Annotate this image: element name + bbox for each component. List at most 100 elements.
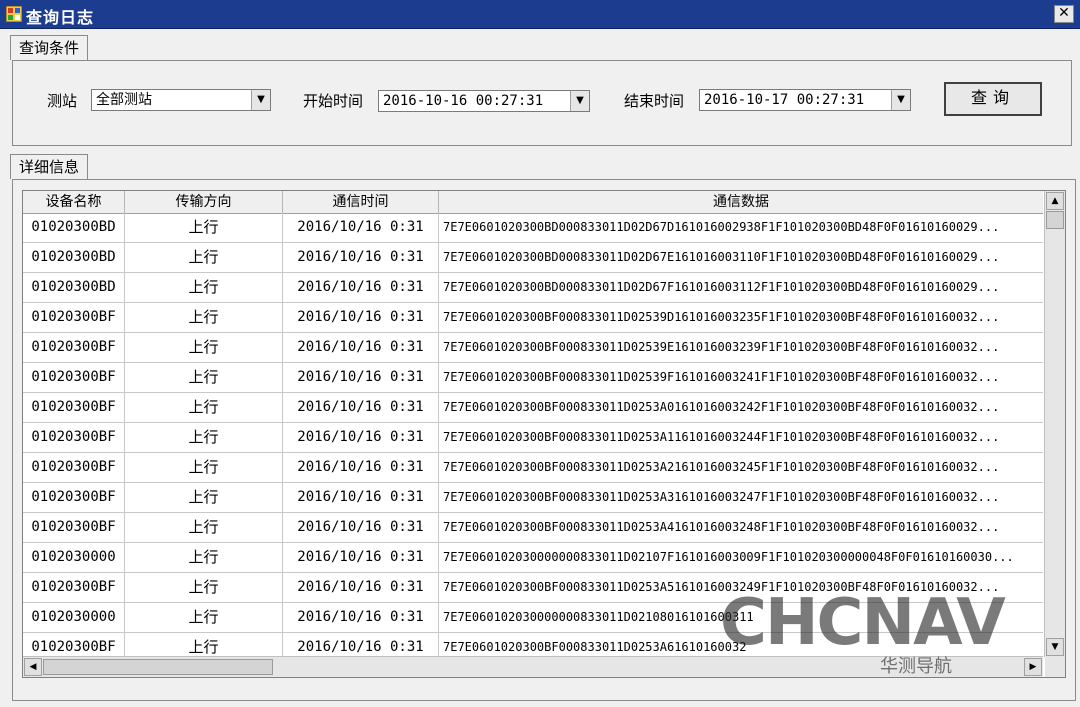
- cell-device: 01020300BF: [23, 393, 125, 423]
- cell-device: 01020300BD: [23, 243, 125, 273]
- cell-direction: 上行: [125, 333, 283, 363]
- cell-direction: 上行: [125, 303, 283, 333]
- cell-data: 7E7E0601020300BD000833011D02D67F16101600…: [443, 280, 1000, 294]
- app-icon: [6, 6, 22, 22]
- cell-data: 7E7E0601020300BF000833011D0253A416101600…: [443, 520, 1000, 534]
- cell-data: 7E7E0601020300BF000833011D02539D16101600…: [443, 310, 1000, 324]
- start-time-label: 开始时间: [303, 92, 364, 110]
- column-header-direction[interactable]: 传输方向: [125, 191, 283, 213]
- cell-direction: 上行: [125, 393, 283, 423]
- cell-time: 2016/10/16 0:31: [283, 543, 439, 573]
- scroll-up-icon[interactable]: ▲: [1046, 192, 1064, 210]
- query-button[interactable]: 查询: [944, 82, 1042, 116]
- cell-device: 01020300BF: [23, 483, 125, 513]
- end-time-label: 结束时间: [624, 92, 685, 110]
- table-row[interactable]: 01020300BF 上行 2016/10/16 0:31 7E7E060102030…: [23, 453, 1043, 483]
- chevron-down-icon[interactable]: ▼: [251, 90, 270, 110]
- cell-data: 7E7E0601020300BF000833011D0253A216101600…: [443, 460, 1000, 474]
- cell-direction: 上行: [125, 213, 283, 243]
- cell-data: 7E7E0601020300BF000833011D02539F16101600…: [443, 370, 1000, 384]
- cell-device: 01020300BF: [23, 453, 125, 483]
- cell-time: 2016/10/16 0:31: [283, 423, 439, 453]
- cell-time: 2016/10/16 0:31: [283, 513, 439, 543]
- table-row[interactable]: 01020300BF 上行 2016/10/16 0:31 7E7E060102030…: [23, 363, 1043, 393]
- table-row[interactable]: 01020300BD 上行 2016/10/16 0:31 7E7E060102030…: [23, 213, 1043, 243]
- cell-time: 2016/10/16 0:31: [283, 333, 439, 363]
- table-row[interactable]: 01020300BF 上行 2016/10/16 0:31 7E7E060102030…: [23, 393, 1043, 423]
- column-header-time[interactable]: 通信时间: [283, 191, 439, 213]
- cell-direction: 上行: [125, 573, 283, 603]
- cell-time: 2016/10/16 0:31: [283, 213, 439, 243]
- chevron-down-icon[interactable]: ▼: [570, 91, 589, 111]
- chevron-down-icon[interactable]: ▼: [891, 90, 910, 110]
- cell-device: 01020300BF: [23, 363, 125, 393]
- end-time-value: 2016-10-17 00:27:31: [704, 92, 865, 108]
- station-value: 全部测站: [96, 92, 152, 108]
- watermark-subtitle: 华测导航: [880, 656, 952, 677]
- cell-data: 7E7E0601020300BF000833011D0253A316101600…: [443, 490, 1000, 504]
- cell-device: 01020300BF: [23, 513, 125, 543]
- table-row[interactable]: 01020300BF 上行 2016/10/16 0:31 7E7E060102030…: [23, 483, 1043, 513]
- column-header-data[interactable]: 通信数据: [439, 191, 1043, 213]
- cell-direction: 上行: [125, 423, 283, 453]
- cell-time: 2016/10/16 0:31: [283, 393, 439, 423]
- cell-direction: 上行: [125, 273, 283, 303]
- cell-direction: 上行: [125, 243, 283, 273]
- watermark-logo: CHCNAV: [720, 586, 1006, 660]
- window-title: 查询日志: [26, 8, 95, 27]
- scroll-left-icon[interactable]: ◀: [24, 658, 42, 676]
- cell-time: 2016/10/16 0:31: [283, 573, 439, 603]
- cell-direction: 上行: [125, 543, 283, 573]
- query-conditions-group: 测站 全部测站 ▼ 开始时间 2016-10-16 00:27:31 ▼ 结束时…: [12, 60, 1072, 146]
- scroll-thumb-horizontal[interactable]: [43, 659, 273, 675]
- table-row[interactable]: 01020300BF 上行 2016/10/16 0:31 7E7E060102030…: [23, 423, 1043, 453]
- cell-device: 01020300BF: [23, 573, 125, 603]
- tab-details[interactable]: 详细信息: [10, 154, 89, 179]
- station-select[interactable]: 全部测站 ▼: [91, 89, 271, 111]
- cell-time: 2016/10/16 0:31: [283, 453, 439, 483]
- cell-device: 01020300BF: [23, 333, 125, 363]
- cell-direction: 上行: [125, 513, 283, 543]
- scroll-corner: [1045, 657, 1065, 677]
- cell-data: 7E7E0601020300BD000833011D02D67E16101600…: [443, 250, 1000, 264]
- cell-data: 7E7E0601020300BF000833011D0253A116101600…: [443, 430, 1000, 444]
- cell-data: 7E7E0601020300BF000833011D0253A016101600…: [443, 400, 1000, 414]
- station-label: 测站: [47, 92, 78, 110]
- cell-time: 2016/10/16 0:31: [283, 363, 439, 393]
- table-row[interactable]: 01020300BF 上行 2016/10/16 0:31 7E7E060102030…: [23, 333, 1043, 363]
- cell-data: 7E7E0601020300BD000833011D02D67D16101600…: [443, 220, 1000, 234]
- table-row[interactable]: 01020300BD 上行 2016/10/16 0:31 7E7E060102030…: [23, 273, 1043, 303]
- cell-direction: 上行: [125, 603, 283, 633]
- column-header-device[interactable]: 设备名称: [23, 191, 125, 213]
- start-time-picker[interactable]: 2016-10-16 00:27:31 ▼: [378, 90, 590, 112]
- cell-direction: 上行: [125, 483, 283, 513]
- cell-device: 0102030000: [23, 603, 125, 633]
- scroll-right-icon[interactable]: ▶: [1024, 658, 1042, 676]
- scroll-down-icon[interactable]: ▼: [1046, 638, 1064, 656]
- cell-direction: 上行: [125, 453, 283, 483]
- cell-time: 2016/10/16 0:31: [283, 243, 439, 273]
- end-time-picker[interactable]: 2016-10-17 00:27:31 ▼: [699, 89, 911, 111]
- close-icon[interactable]: ✕: [1054, 5, 1074, 23]
- title-bar[interactable]: 查询日志 ✕: [0, 0, 1080, 29]
- cell-time: 2016/10/16 0:31: [283, 483, 439, 513]
- cell-device: 01020300BF: [23, 423, 125, 453]
- table-row[interactable]: 0102030000 上行 2016/10/16 0:31 7E7E060102030…: [23, 543, 1043, 573]
- cell-data: 7E7E0601020300BF000833011D02539E16101600…: [443, 340, 1000, 354]
- table-header: 设备名称 传输方向 通信时间 通信数据: [23, 191, 1043, 214]
- vertical-scrollbar[interactable]: ▲ ▼: [1044, 191, 1065, 657]
- cell-time: 2016/10/16 0:31: [283, 603, 439, 633]
- cell-device: 01020300BD: [23, 273, 125, 303]
- cell-direction: 上行: [125, 363, 283, 393]
- table-row[interactable]: 01020300BF 上行 2016/10/16 0:31 7E7E060102030…: [23, 513, 1043, 543]
- tab-query-conditions[interactable]: 查询条件: [10, 35, 89, 60]
- start-time-value: 2016-10-16 00:27:31: [383, 93, 544, 109]
- table-row[interactable]: 01020300BF 上行 2016/10/16 0:31 7E7E060102030…: [23, 303, 1043, 333]
- cell-device: 0102030000: [23, 543, 125, 573]
- cell-time: 2016/10/16 0:31: [283, 273, 439, 303]
- cell-device: 01020300BF: [23, 303, 125, 333]
- cell-time: 2016/10/16 0:31: [283, 303, 439, 333]
- table-row[interactable]: 01020300BD 上行 2016/10/16 0:31 7E7E060102030…: [23, 243, 1043, 273]
- cell-device: 01020300BD: [23, 213, 125, 243]
- scroll-thumb[interactable]: [1046, 211, 1064, 229]
